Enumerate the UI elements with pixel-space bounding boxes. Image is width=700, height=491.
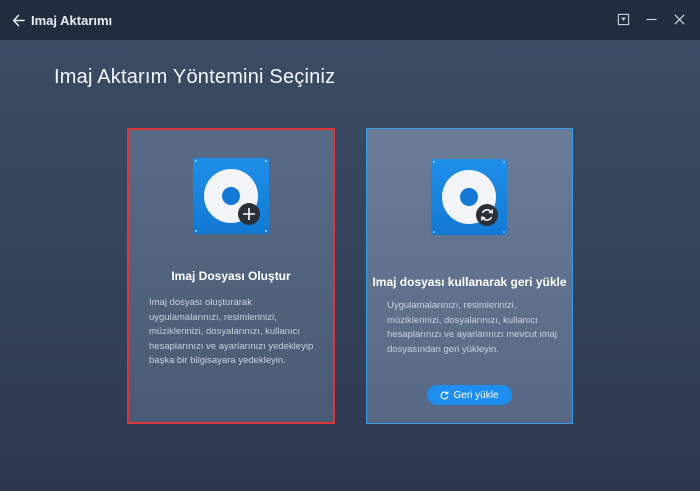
disc-restore-icon <box>433 161 505 233</box>
create-image-heading: Imaj Dosyası Oluştur <box>171 269 291 283</box>
page-title: Imaj Aktarım Yöntemini Seçiniz <box>54 66 336 88</box>
disc-add-icon <box>195 160 267 232</box>
restore-window-button[interactable] <box>614 10 632 28</box>
restore-image-heading: Imaj dosyası kullanarak geri yükle <box>372 275 567 289</box>
disc-tile <box>193 158 269 234</box>
app-title: Imaj Aktarımı <box>31 12 113 28</box>
disc-tile <box>431 159 507 235</box>
arrow-left-icon <box>12 14 25 26</box>
back-button[interactable]: Imaj Aktarımı <box>12 10 112 30</box>
create-image-description: Imaj dosyası oluşturarak uygulamalarınız… <box>149 297 314 366</box>
create-image-option-card[interactable]: Imaj Dosyası Oluştur Imaj dosyası oluştu… <box>127 128 335 424</box>
minimize-icon <box>645 18 657 20</box>
restore-button-label: Geri yükle <box>453 389 499 401</box>
close-icon <box>673 13 685 25</box>
refresh-icon <box>441 390 449 399</box>
close-button[interactable] <box>670 10 688 28</box>
restore-image-option-card[interactable]: Imaj dosyası kullanarak geri yükle Uygul… <box>366 128 573 424</box>
restore-window-icon <box>617 13 629 25</box>
minimize-button[interactable] <box>642 10 660 28</box>
title-bar: Imaj Aktarımı <box>0 0 700 40</box>
restore-image-description: Uygulamalarınızı, resimlerinizi, müzikle… <box>387 300 558 355</box>
restore-button[interactable]: Geri yükle <box>427 385 512 405</box>
